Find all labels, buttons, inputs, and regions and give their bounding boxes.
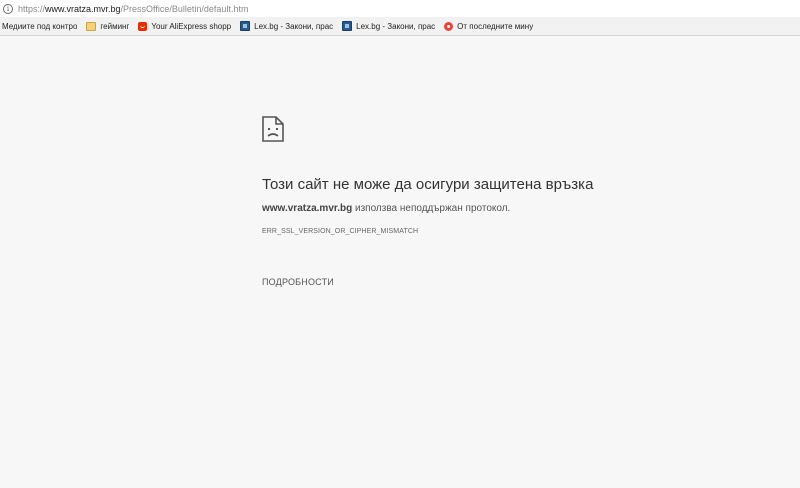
aliexpress-icon	[138, 21, 148, 31]
url-host: www.vratza.mvr.bg	[45, 3, 121, 14]
info-icon[interactable]: i	[3, 3, 13, 14]
error-description: www.vratza.mvr.bg използва неподдържан п…	[262, 203, 722, 214]
bookmark-label: Your AliExpress shopp	[151, 21, 232, 31]
address-bar[interactable]: i https://www.vratza.mvr.bg/PressOffice/…	[0, 0, 800, 17]
error-domain: www.vratza.mvr.bg	[262, 203, 353, 214]
url-text[interactable]: https://www.vratza.mvr.bg/PressOffice/Bu…	[18, 4, 248, 14]
bookmark-label: Lex.bg - Закони, прас	[254, 21, 334, 31]
bookmark-label: Lex.bg - Закони, прас	[356, 21, 436, 31]
bookmark-item[interactable]: Lex.bg - Закони, прас	[240, 21, 333, 31]
details-button[interactable]: ПОДРОБНОСТИ	[262, 277, 334, 287]
error-description-text: използва неподдържан протокол.	[352, 203, 511, 214]
bookmark-item[interactable]: Lex.bg - Закони, прас	[342, 21, 435, 31]
url-path: /PressOffice/Bulletin/default.htm	[120, 3, 249, 14]
news-icon	[444, 21, 454, 31]
lex-icon	[342, 21, 353, 31]
error-code: ERR_SSL_VERSION_OR_CIPHER_MISMATCH	[262, 228, 419, 235]
error-title: Този сайт не може да осигури защитена вр…	[262, 176, 594, 193]
bookmark-item[interactable]: От последните мину	[444, 21, 534, 31]
bookmark-folder[interactable]: гейминг	[86, 21, 130, 31]
bookmark-label: гейминг	[100, 21, 130, 31]
lex-icon	[240, 21, 251, 31]
error-content: Този сайт не може да осигури защитена вр…	[262, 116, 722, 290]
bookmark-item[interactable]: Your AliExpress shopp	[138, 21, 232, 31]
bookmark-label: Медиите под контро	[2, 21, 78, 31]
sad-page-icon	[262, 116, 284, 142]
bookmarks-bar: Медиите под контро гейминг Your AliExpre…	[0, 17, 800, 36]
bookmark-item[interactable]: Медиите под контро	[2, 22, 77, 31]
url-scheme: https://	[18, 3, 46, 14]
folder-icon	[86, 21, 97, 31]
bookmark-label: От последните мину	[457, 21, 534, 31]
